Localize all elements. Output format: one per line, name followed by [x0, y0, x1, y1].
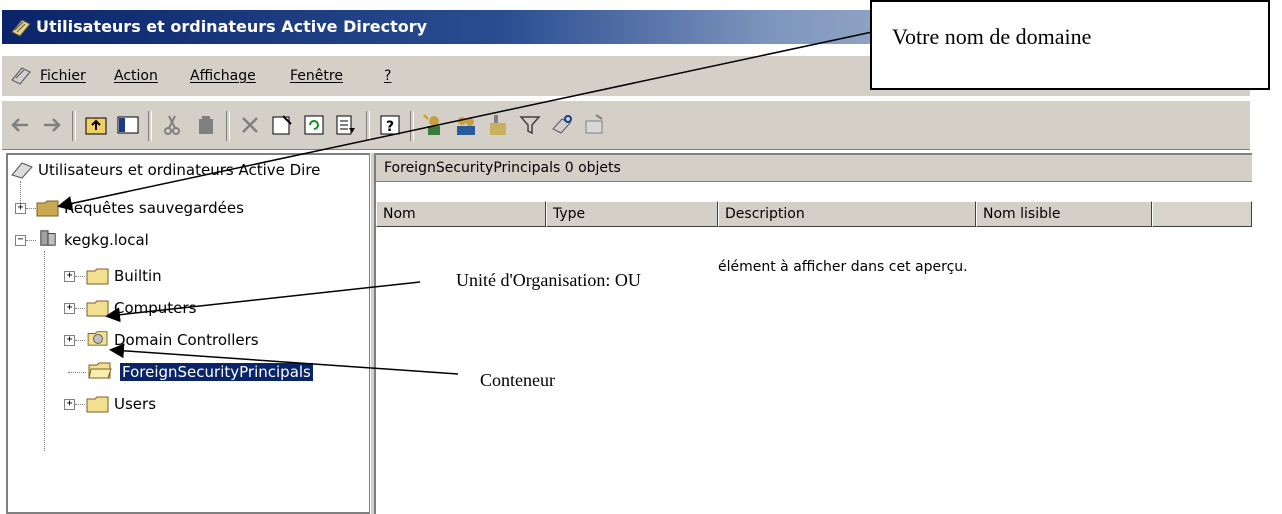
toolbar-separator: [148, 111, 152, 141]
ou-icon: [87, 331, 108, 346]
ad-console-icon: [11, 162, 33, 179]
refresh-icon[interactable]: [300, 111, 328, 139]
tree-line: [75, 308, 85, 309]
collapse-icon[interactable]: −: [15, 235, 26, 246]
column-header-filler: [1152, 201, 1252, 227]
new-user-icon[interactable]: [420, 111, 448, 139]
tree-line: [75, 404, 85, 405]
tree-item-saved-queries[interactable]: Requêtes sauvegardées: [64, 199, 244, 217]
toolbar-separator: [226, 111, 230, 141]
properties-icon[interactable]: [268, 111, 296, 139]
tree-item-domain[interactable]: kegkg.local: [64, 231, 149, 249]
folder-icon: [86, 300, 109, 317]
expand-icon[interactable]: +: [64, 303, 75, 314]
filter-icon[interactable]: [516, 111, 544, 139]
toolbar: ?: [2, 100, 1250, 150]
menu-help[interactable]: ?: [384, 68, 391, 84]
tree-item-users[interactable]: Users: [114, 395, 156, 413]
back-icon[interactable]: [6, 111, 34, 139]
folder-icon: [86, 268, 109, 285]
tree-line: [26, 240, 36, 241]
new-ou-icon[interactable]: [484, 111, 512, 139]
details-pane[interactable]: ForeignSecurityPrincipals 0 objets Nom T…: [374, 153, 1252, 514]
expand-icon[interactable]: +: [64, 271, 75, 282]
tree-line: [44, 251, 45, 451]
close-icon[interactable]: [236, 111, 264, 139]
details-header-text: ForeignSecurityPrincipals 0 objets: [384, 160, 621, 176]
column-header-nom-lisible[interactable]: Nom lisible: [976, 201, 1152, 227]
folder-icon: [36, 200, 59, 217]
folder-icon: [86, 396, 109, 413]
up-icon[interactable]: [82, 111, 110, 139]
menu-fichier[interactable]: Fichier: [40, 68, 86, 84]
svg-text:?: ?: [386, 119, 394, 135]
callout-domain-text: Votre nom de domaine: [892, 24, 1092, 49]
forward-icon[interactable]: [38, 111, 66, 139]
export-list-icon[interactable]: [332, 111, 360, 139]
delete-icon[interactable]: [192, 111, 220, 139]
tree-root[interactable]: Utilisateurs et ordinateurs Active Dire: [38, 161, 320, 179]
ad-console-icon: [11, 67, 31, 85]
expand-icon[interactable]: +: [64, 335, 75, 346]
tree-item-computers[interactable]: Computers: [114, 299, 196, 317]
toolbar-separator: [410, 111, 414, 141]
console-tree[interactable]: Utilisateurs et ordinateurs Active Dire …: [6, 153, 370, 514]
tree-line: [26, 208, 36, 209]
domain-icon: [40, 230, 56, 246]
toolbar-separator: [72, 111, 76, 141]
menu-fenetre[interactable]: Fenêtre: [290, 68, 343, 84]
details-header: ForeignSecurityPrincipals 0 objets: [376, 155, 1252, 182]
expand-icon[interactable]: +: [64, 399, 75, 410]
column-header-type[interactable]: Type: [546, 201, 718, 227]
folder-open-icon: [88, 362, 112, 379]
cut-icon[interactable]: [158, 111, 186, 139]
help-icon[interactable]: ?: [376, 111, 404, 139]
annotation-ou: Unité d'Organisation: OU: [456, 270, 641, 290]
new-group-icon[interactable]: [452, 111, 480, 139]
column-header-nom[interactable]: Nom: [376, 201, 546, 227]
tree-item-builtin[interactable]: Builtin: [114, 267, 162, 285]
empty-message: élément à afficher dans cet aperçu.: [718, 259, 968, 275]
column-header-description[interactable]: Description: [718, 201, 976, 227]
expand-icon[interactable]: +: [15, 203, 26, 214]
callout-box: Votre nom de domaine: [870, 0, 1270, 90]
ad-console-icon: [11, 19, 31, 37]
tree-line: [75, 276, 85, 277]
menu-affichage[interactable]: Affichage: [190, 68, 256, 84]
tree-line: [68, 372, 86, 373]
tree-line: [75, 340, 85, 341]
annotation-container: Conteneur: [480, 370, 555, 390]
add-to-group-icon[interactable]: [580, 111, 608, 139]
tree-item-foreign-security-principals[interactable]: ForeignSecurityPrincipals: [120, 363, 313, 381]
window-title: Utilisateurs et ordinateurs Active Direc…: [36, 17, 428, 36]
toolbar-separator: [366, 111, 370, 141]
menu-action[interactable]: Action: [114, 68, 158, 84]
show-hide-tree-icon[interactable]: [114, 111, 142, 139]
find-icon[interactable]: [548, 111, 576, 139]
tree-item-domain-controllers[interactable]: Domain Controllers: [114, 331, 259, 349]
